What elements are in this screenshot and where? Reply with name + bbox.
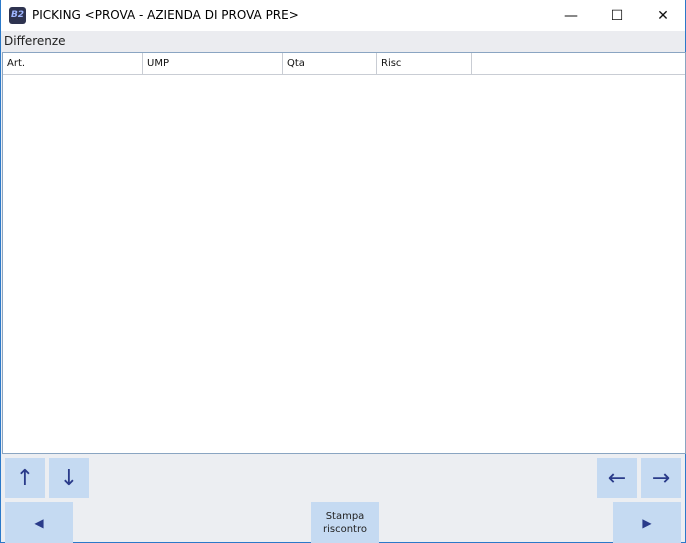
maximize-button[interactable]: ☐	[594, 0, 640, 31]
stampa-label-line2: riscontro	[323, 523, 367, 535]
column-risc[interactable]: Risc	[377, 53, 472, 74]
differences-grid[interactable]: Art. UMP Qta Risc	[2, 52, 686, 454]
window: B2 PICKING <PROVA - AZIENDA DI PROVA PRE…	[0, 0, 686, 543]
column-empty	[472, 53, 685, 74]
app-icon: B2	[9, 7, 26, 24]
close-button[interactable]: ✕	[640, 0, 686, 31]
arrow-up-button[interactable]: ↑	[5, 458, 45, 498]
stampa-label-line1: Stampa	[325, 510, 365, 522]
column-art[interactable]: Art.	[3, 53, 143, 74]
minimize-button[interactable]: —	[548, 0, 594, 31]
grid-header: Art. UMP Qta Risc	[3, 53, 685, 75]
stampa-riscontro-button[interactable]: Stampa riscontro	[311, 502, 379, 543]
column-qta[interactable]: Qta	[283, 53, 377, 74]
next-page-button[interactable]: ▶	[613, 502, 681, 543]
prev-page-button[interactable]: ◀	[5, 502, 73, 543]
column-ump[interactable]: UMP	[143, 53, 283, 74]
section-label: Differenze	[1, 31, 685, 52]
window-title: PICKING <PROVA - AZIENDA DI PROVA PRE>	[32, 8, 299, 22]
arrow-left-button[interactable]: ←	[597, 458, 637, 498]
title-bar: B2 PICKING <PROVA - AZIENDA DI PROVA PRE…	[1, 0, 685, 31]
arrow-down-button[interactable]: ↓	[49, 458, 89, 498]
arrow-right-button[interactable]: →	[641, 458, 681, 498]
